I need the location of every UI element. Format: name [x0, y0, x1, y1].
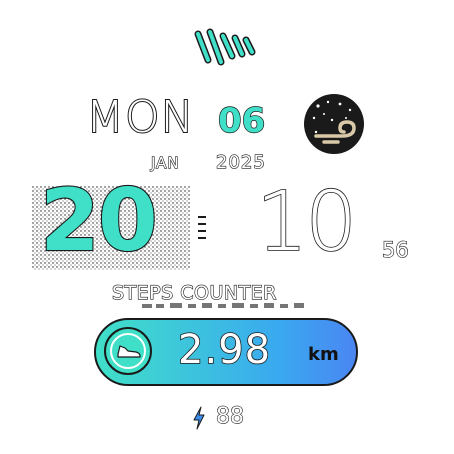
distance-unit: km: [308, 344, 339, 365]
battery-level: 88: [215, 404, 244, 429]
shoe-icon: [117, 345, 141, 358]
month-label: JAN: [150, 154, 180, 172]
hour-display: 20: [39, 171, 159, 271]
minute-display: 10: [255, 175, 358, 270]
time-separator: [198, 216, 206, 239]
year-label: 2025: [215, 152, 266, 173]
steps-counter-label: STEPS COUNTER: [111, 282, 277, 304]
day-of-week: MON: [85, 92, 195, 143]
brand-logo-icon: [194, 28, 256, 66]
night-cloud-icon: [304, 94, 364, 154]
day-number: 06: [217, 101, 266, 141]
lightning-bolt-icon: [193, 406, 205, 430]
steps-label-reflection: [142, 303, 304, 308]
step-distance-value: 2.98: [177, 327, 272, 373]
second-display: 56: [381, 238, 409, 262]
shoe-icon-badge: [104, 327, 152, 375]
